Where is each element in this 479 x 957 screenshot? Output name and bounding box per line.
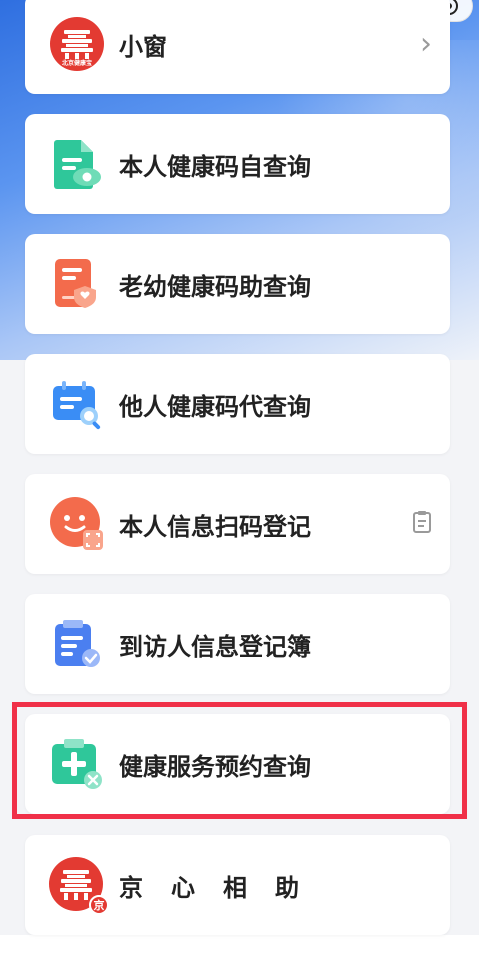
card-jingxin-help[interactable]: 京 京心相助 bbox=[25, 835, 450, 935]
card-label: 京心相助 bbox=[119, 873, 327, 902]
card-self-health-code[interactable]: 本人健康码自查询 bbox=[25, 114, 450, 214]
jing-badge: 京 bbox=[89, 895, 109, 915]
beijing-health-logo-icon: 北京健康宝 bbox=[49, 16, 105, 72]
card-label: 本人健康码自查询 bbox=[119, 152, 311, 181]
health-code-assist-icon bbox=[49, 256, 105, 312]
card-label: 健康服务预约查询 bbox=[119, 752, 311, 781]
bottom-strip bbox=[0, 935, 479, 957]
health-service-booking-icon bbox=[49, 736, 105, 792]
card-health-service-booking[interactable]: 健康服务预约查询 bbox=[25, 714, 450, 814]
jingxin-logo-icon: 京 bbox=[49, 857, 109, 915]
health-code-self-icon bbox=[49, 136, 105, 192]
card-proxy-health-code[interactable]: 他人健康码代查询 bbox=[25, 354, 450, 454]
chevron-right-icon: › bbox=[420, 26, 432, 62]
logo-text: 北京健康宝 bbox=[61, 60, 92, 67]
card-assist-health-code[interactable]: 老幼健康码助查询 bbox=[25, 234, 450, 334]
card-visitor-register[interactable]: 到访人信息登记簿 bbox=[25, 594, 450, 694]
visitor-register-icon bbox=[49, 616, 105, 672]
card-scan-register[interactable]: 本人信息扫码登记 bbox=[25, 474, 450, 574]
card-label: 老幼健康码助查询 bbox=[119, 272, 311, 301]
card-label: 他人健康码代查询 bbox=[119, 392, 311, 421]
card-label: 小窗 bbox=[119, 32, 167, 61]
card-label: 本人信息扫码登记 bbox=[119, 512, 311, 541]
scan-register-face-icon bbox=[49, 496, 105, 552]
card-label: 到访人信息登记簿 bbox=[119, 632, 311, 661]
card-small-window[interactable]: 北京健康宝 小窗 › bbox=[25, 0, 450, 94]
clipboard-icon[interactable] bbox=[412, 510, 432, 538]
health-code-proxy-icon bbox=[49, 376, 105, 432]
